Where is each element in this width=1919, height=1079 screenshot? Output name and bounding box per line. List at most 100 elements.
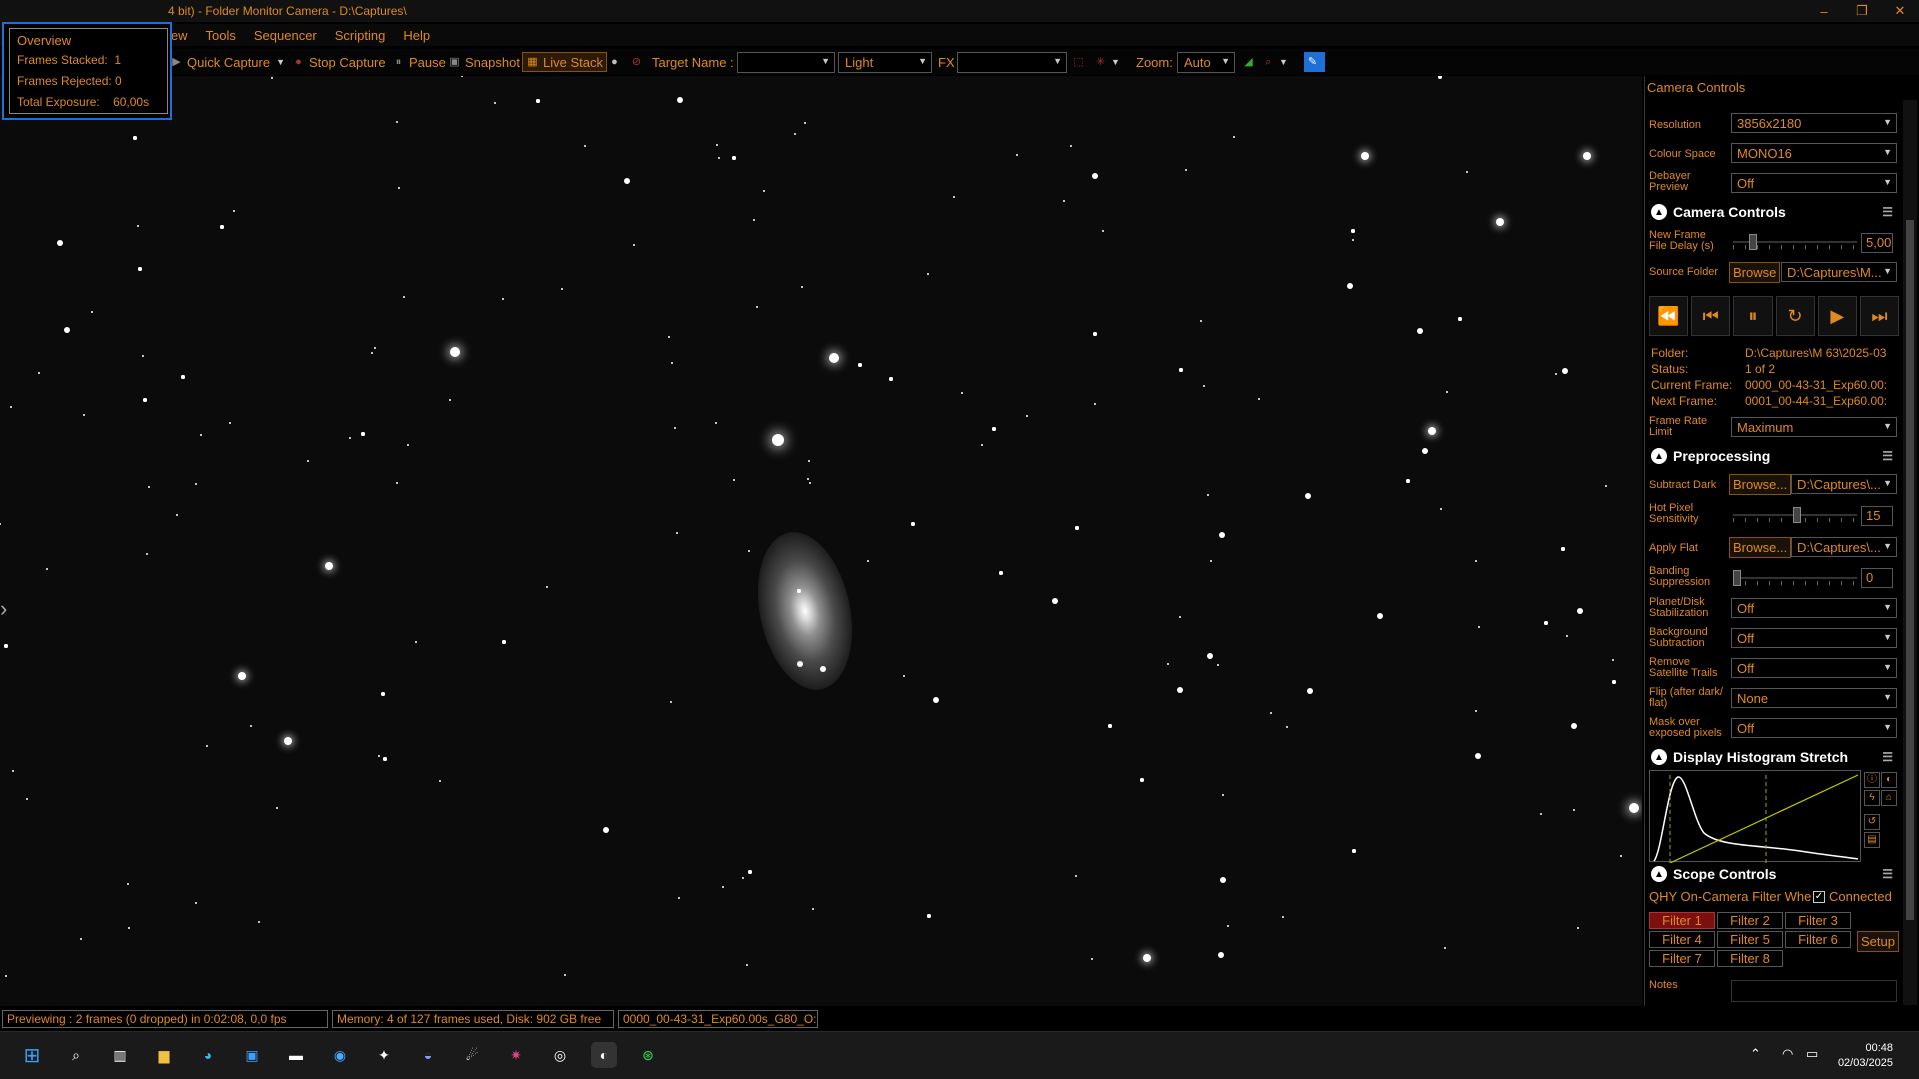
menu-icon[interactable]: ☰ bbox=[1882, 205, 1893, 219]
settings-dot-icon[interactable]: ● bbox=[608, 52, 625, 72]
skip-back-icon[interactable]: ⏮ bbox=[1691, 296, 1731, 336]
pause-button[interactable]: ⏸ Pause bbox=[392, 52, 446, 72]
menu-sequencer[interactable]: Sequencer bbox=[254, 28, 317, 43]
clock[interactable]: 00:48 02/03/2025 bbox=[1838, 1041, 1893, 1071]
menu-icon[interactable]: ☰ bbox=[1882, 750, 1893, 764]
search-icon[interactable]: ⌕ bbox=[63, 1042, 89, 1068]
chevron-down-icon[interactable]: ▼ bbox=[276, 57, 285, 67]
stop-capture-button[interactable]: ● Stop Capture bbox=[292, 52, 385, 72]
target-name-select[interactable]: ▼ bbox=[737, 52, 835, 73]
task-view-icon[interactable]: ▥ bbox=[107, 1042, 133, 1068]
histogram-plot[interactable] bbox=[1649, 770, 1861, 864]
app-planet-icon[interactable]: ◒ bbox=[415, 1042, 441, 1068]
lock-icon[interactable]: ⌂ bbox=[1881, 790, 1897, 806]
filter-4-button[interactable]: Filter 4 bbox=[1649, 931, 1715, 948]
save-icon[interactable]: ▤ bbox=[1864, 832, 1880, 848]
histogram-header[interactable]: ▲ Display Histogram Stretch ☰ bbox=[1647, 746, 1897, 768]
histogram-icon[interactable]: ◢ bbox=[1242, 52, 1259, 72]
flip-select[interactable]: None ▼ bbox=[1731, 688, 1897, 708]
hot-pixel-input[interactable]: 15 bbox=[1861, 506, 1893, 526]
debayer-select[interactable]: Off ▼ bbox=[1731, 173, 1897, 193]
filter-2-button[interactable]: Filter 2 bbox=[1717, 912, 1783, 929]
slider-knob[interactable] bbox=[1749, 234, 1757, 250]
preprocessing-header[interactable]: ▲ Preprocessing ☰ bbox=[1647, 445, 1897, 467]
zoom-in-icon[interactable]: ⌕ ▼ bbox=[1262, 52, 1288, 72]
planet-stabilization-select[interactable]: Off ▼ bbox=[1731, 598, 1897, 618]
setup-button[interactable]: Setup bbox=[1857, 931, 1899, 952]
terminal-icon[interactable]: ▬ bbox=[283, 1042, 309, 1068]
filter-6-button[interactable]: Filter 6 bbox=[1785, 931, 1851, 948]
file-explorer-icon[interactable]: ▆ bbox=[151, 1042, 177, 1068]
panel-scrollbar[interactable] bbox=[1903, 100, 1917, 1005]
windows-start-icon[interactable]: ⊞ bbox=[19, 1042, 45, 1068]
notes-input[interactable] bbox=[1731, 980, 1897, 1002]
refresh-icon[interactable]: ↻ bbox=[1775, 296, 1815, 336]
slider-knob[interactable] bbox=[1793, 507, 1801, 523]
new-frame-delay-input[interactable]: 5,00 bbox=[1861, 233, 1893, 253]
battery-icon[interactable]: ▭ bbox=[1806, 1046, 1818, 1062]
edge-icon[interactable]: ◕ bbox=[195, 1042, 221, 1068]
colour-space-select[interactable]: MONO16 ▼ bbox=[1731, 143, 1897, 163]
lightning-icon[interactable]: ϟ bbox=[1864, 790, 1880, 806]
tray-chevron-icon[interactable]: ⌃ bbox=[1750, 1046, 1761, 1062]
crop-icon[interactable]: ⬚ bbox=[1072, 52, 1089, 72]
app-star-icon[interactable]: ✦ bbox=[371, 1042, 397, 1068]
minimize-button[interactable]: – bbox=[1805, 0, 1843, 22]
camera-controls-header[interactable]: ▲ Camera Controls ☰ bbox=[1647, 201, 1897, 223]
connected-checkbox[interactable]: ✓ Connected bbox=[1813, 889, 1892, 904]
source-folder-browse-button[interactable]: Browse bbox=[1729, 262, 1781, 283]
banding-input[interactable]: 0 bbox=[1861, 568, 1893, 588]
zoom-select[interactable]: Auto ▼ bbox=[1177, 52, 1235, 73]
app-galaxy-icon[interactable]: ◎ bbox=[547, 1042, 573, 1068]
restore-button[interactable]: ❐ bbox=[1843, 0, 1881, 22]
quick-capture-button[interactable]: ▶ Quick Capture ▼ bbox=[170, 52, 285, 72]
wifi-icon[interactable]: ◠ bbox=[1782, 1046, 1793, 1062]
store-icon[interactable]: ▣ bbox=[239, 1042, 265, 1068]
live-stack-button[interactable]: ▦ Live Stack bbox=[522, 52, 607, 72]
menu-tools[interactable]: Tools bbox=[206, 28, 236, 43]
reset-icon[interactable]: ↺ bbox=[1864, 814, 1880, 830]
background-subtraction-select[interactable]: Off ▼ bbox=[1731, 628, 1897, 648]
menu-scripting[interactable]: Scripting bbox=[335, 28, 386, 43]
menu-icon[interactable]: ☰ bbox=[1882, 449, 1893, 463]
close-button[interactable]: ✕ bbox=[1881, 0, 1919, 22]
record-off-icon[interactable]: ⊘ bbox=[630, 52, 647, 72]
snapshot-button[interactable]: ▣ Snapshot bbox=[448, 52, 520, 72]
image-viewport[interactable]: › bbox=[0, 76, 1642, 1006]
apply-flat-browse-button[interactable]: Browse... bbox=[1729, 537, 1792, 558]
rewind-icon[interactable]: ⏪ bbox=[1649, 296, 1689, 336]
skip-forward-icon[interactable]: ⏭ bbox=[1859, 296, 1900, 336]
subtract-dark-browse-button[interactable]: Browse... bbox=[1729, 474, 1792, 495]
pause-icon[interactable]: ⏸ bbox=[1733, 296, 1773, 336]
menu-icon[interactable]: ☰ bbox=[1882, 867, 1893, 881]
mask-overexposed-select[interactable]: Off ▼ bbox=[1731, 718, 1897, 738]
info-icon[interactable]: ⓘ bbox=[1864, 772, 1880, 788]
banding-slider[interactable] bbox=[1733, 569, 1857, 587]
satellite-trails-select[interactable]: Off ▼ bbox=[1731, 658, 1897, 678]
hot-pixel-slider[interactable] bbox=[1733, 506, 1857, 524]
filter-3-button[interactable]: Filter 3 bbox=[1785, 912, 1851, 929]
fx-select[interactable]: ▼ bbox=[957, 52, 1067, 73]
app-nebula-icon[interactable]: ✷ bbox=[503, 1042, 529, 1068]
play-icon[interactable]: ▶ bbox=[1817, 296, 1857, 336]
resolution-select[interactable]: 3856x2180 ▼ bbox=[1731, 113, 1897, 133]
new-frame-delay-slider[interactable] bbox=[1733, 233, 1857, 251]
app-green-icon[interactable]: ⊛ bbox=[635, 1042, 661, 1068]
filter-8-button[interactable]: Filter 8 bbox=[1717, 950, 1783, 967]
scope-controls-header[interactable]: ▲ Scope Controls ☰ bbox=[1647, 863, 1897, 885]
app-globe-icon[interactable]: ◉ bbox=[327, 1042, 353, 1068]
crosshair-icon[interactable]: ✳ ▼ bbox=[1094, 52, 1120, 72]
slider-knob[interactable] bbox=[1733, 570, 1741, 586]
contrast-icon[interactable]: ◐ bbox=[1881, 772, 1897, 788]
scrollbar-thumb[interactable] bbox=[1906, 220, 1914, 920]
frame-rate-select[interactable]: Maximum ▼ bbox=[1731, 417, 1897, 437]
pin-icon[interactable]: ✎ bbox=[1304, 52, 1325, 72]
expand-left-icon[interactable]: › bbox=[0, 596, 7, 622]
filter-7-button[interactable]: Filter 7 bbox=[1649, 950, 1715, 967]
source-folder-select[interactable]: D:\Captures\M... ▼ bbox=[1781, 262, 1897, 282]
filter-5-button[interactable]: Filter 5 bbox=[1717, 931, 1783, 948]
frame-type-select[interactable]: Light ▼ bbox=[838, 52, 932, 73]
apply-flat-select[interactable]: D:\Captures\... ▼ bbox=[1791, 537, 1897, 557]
filter-1-button[interactable]: Filter 1 bbox=[1649, 912, 1715, 929]
app-comet-icon[interactable]: ☄ bbox=[459, 1042, 485, 1068]
